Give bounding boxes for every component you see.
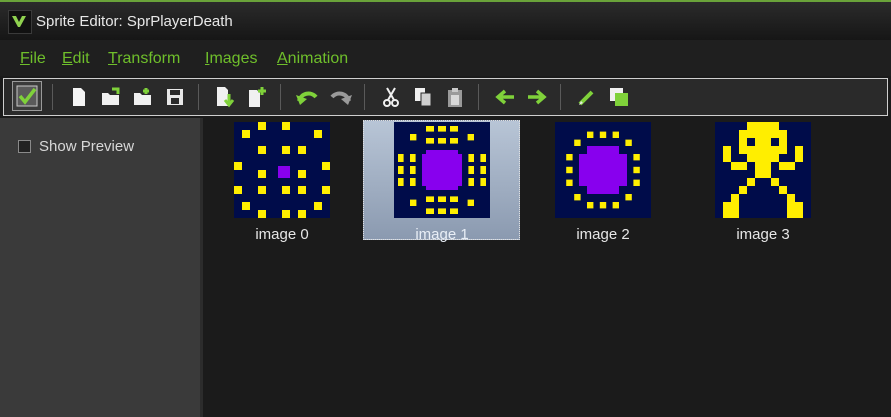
menu-transform[interactable]: Transform (108, 50, 180, 68)
toolbar-separator (560, 84, 561, 110)
edit-pencil-icon[interactable] (574, 83, 600, 111)
show-preview-label: Show Preview (39, 137, 135, 155)
window-title: Sprite Editor: SprPlayerDeath (36, 13, 233, 30)
paste-icon[interactable] (442, 83, 468, 111)
shift-left-icon[interactable] (492, 83, 518, 111)
frame-label-3: image 3 (736, 226, 790, 243)
menu-file[interactable]: File (20, 50, 46, 68)
frame-thumbnail-3[interactable] (715, 122, 811, 218)
frame-label-2: image 2 (576, 226, 630, 243)
add-image-icon[interactable] (244, 83, 270, 111)
shadow-layer-icon[interactable] (606, 83, 632, 111)
menu-animation[interactable]: Animation (277, 50, 348, 68)
menu-edit[interactable]: Edit (62, 50, 90, 68)
save-icon[interactable] (162, 83, 188, 111)
toolbar-separator (198, 84, 199, 110)
toolbar-separator (478, 84, 479, 110)
undo-icon[interactable] (294, 83, 320, 111)
show-preview-checkbox[interactable]: Show Preview (18, 137, 134, 155)
menu-images[interactable]: Images (205, 50, 257, 68)
insert-image-icon[interactable] (212, 83, 238, 111)
frame-label-0: image 0 (255, 226, 309, 243)
frame-thumbnail-2[interactable] (555, 122, 651, 218)
menu-bar: File Edit Transform Images Animation (0, 40, 891, 76)
frame-label-1: image 1 (415, 226, 469, 243)
frame-thumbnail-1[interactable] (394, 122, 490, 218)
sidebar-panel (0, 118, 200, 417)
frame-thumbnail-0[interactable] (234, 122, 330, 218)
shift-right-icon[interactable] (524, 83, 550, 111)
new-sprite-icon[interactable] (66, 83, 92, 111)
game-maker-logo-icon[interactable] (8, 10, 32, 34)
toolbar-separator (280, 84, 281, 110)
toolbar-separator (364, 84, 365, 110)
title-bar: Sprite Editor: SprPlayerDeath (0, 0, 891, 40)
toolbar (3, 78, 888, 116)
checkbox-box[interactable] (18, 139, 31, 153)
copy-icon[interactable] (410, 83, 436, 111)
redo-icon[interactable] (328, 83, 354, 111)
open-file-icon[interactable] (98, 83, 124, 111)
confirm-checkmark-icon[interactable] (12, 81, 42, 111)
open-folder-icon[interactable] (130, 83, 156, 111)
toolbar-separator (52, 84, 53, 110)
cut-icon[interactable] (378, 83, 404, 111)
